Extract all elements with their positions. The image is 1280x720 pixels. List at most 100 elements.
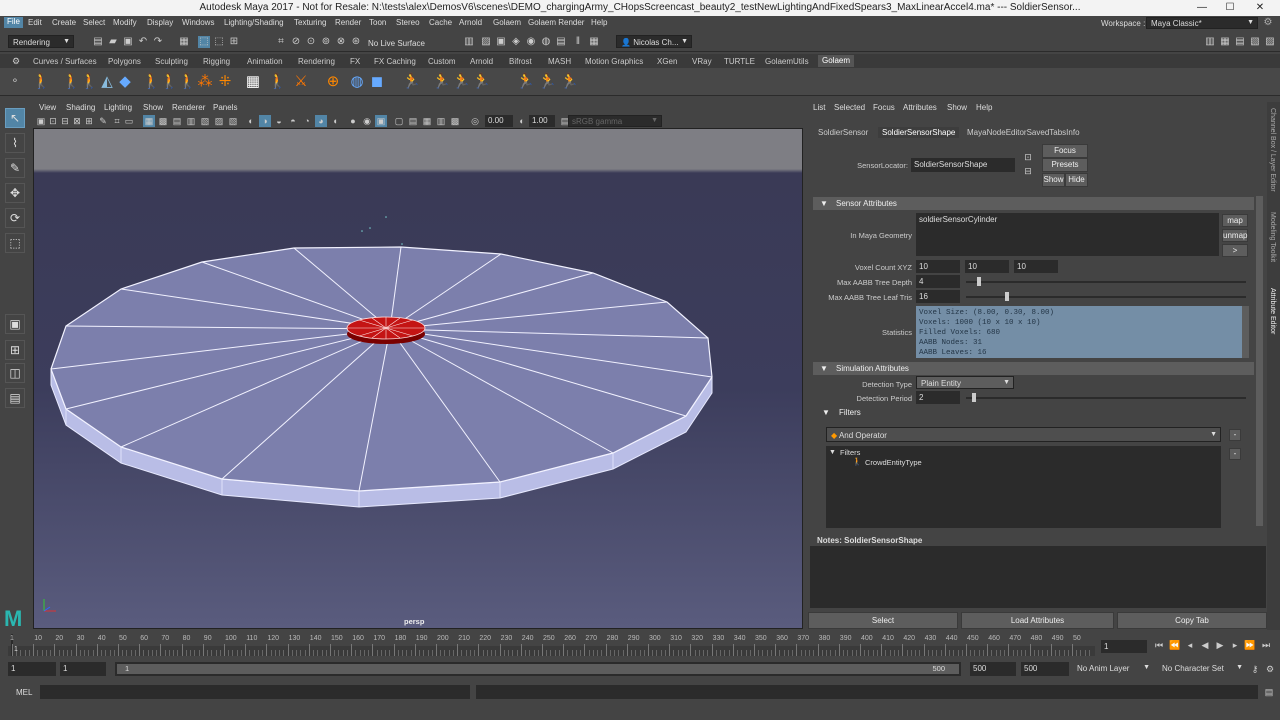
ipr-render-icon[interactable]: ◈ (510, 36, 522, 48)
channel-box-icon[interactable]: ▨ (1264, 36, 1276, 48)
modeling-toolkit-icon[interactable]: ▦ (1219, 36, 1231, 48)
shelf-tab-curves-surfaces[interactable]: Curves / Surfaces (33, 57, 97, 66)
tab-maya-node-editor-saved[interactable]: MayaNodeEditorSavedTabsInfo (963, 127, 1084, 138)
layout-toggle-icon[interactable]: ▥ (1204, 36, 1216, 48)
camera-select-icon[interactable]: ▣ (35, 115, 47, 127)
menu-modify[interactable]: Modify (113, 18, 137, 27)
snap-point-icon[interactable]: ⊙ (305, 36, 317, 48)
simulation-cache-icon[interactable]: 🏃 (432, 72, 451, 92)
node-output-icon[interactable]: ⊡ (1022, 151, 1034, 163)
save-scene-icon[interactable]: ▣ (122, 36, 134, 48)
menu-create[interactable]: Create (52, 18, 76, 27)
behavior-editor-icon[interactable]: ▦ (244, 72, 262, 92)
mel-label[interactable]: MEL (16, 688, 32, 697)
gate-mask-icon[interactable]: ◉ (361, 115, 373, 127)
wireframe-icon[interactable]: ▦ (143, 115, 155, 127)
render-view-icon[interactable]: ▨ (480, 36, 492, 48)
bookmark-icon[interactable]: ⊟ (59, 115, 71, 127)
two-view-icon[interactable]: ◫ (5, 363, 25, 383)
hide-button[interactable]: Hide (1065, 173, 1088, 187)
node-input-icon[interactable]: ⊟ (1022, 165, 1034, 177)
maximize-button[interactable]: ☐ (1216, 0, 1244, 16)
scale-tool-icon[interactable]: ⬚ (5, 233, 25, 253)
population-group-icon[interactable]: 🚶 (160, 72, 179, 92)
shelf-tab-turtle[interactable]: TURTLE (724, 57, 755, 66)
ae-menu-attributes[interactable]: Attributes (903, 103, 937, 112)
menu-help[interactable]: Help (591, 18, 607, 27)
presets-button[interactable]: Presets (1042, 158, 1088, 172)
attribute-editor-icon[interactable]: ▤ (1234, 36, 1246, 48)
ae-menu-list[interactable]: List (813, 103, 825, 112)
shelf-tab-rendering[interactable]: Rendering (298, 57, 335, 66)
sensor-cylinder-icon[interactable]: ◍ (348, 72, 366, 92)
film-gate-icon[interactable]: ▭ (123, 115, 135, 127)
ae-menu-help[interactable]: Help (976, 103, 992, 112)
current-frame-field[interactable]: 1 (1101, 640, 1147, 653)
section-sensor-attributes[interactable]: ▼ Sensor Attributes (813, 197, 1254, 210)
filter-operator-dropdown[interactable]: ◆ And Operator ▼ (826, 427, 1221, 442)
paint-select-tool-icon[interactable]: ✎ (5, 158, 25, 178)
isolate-select-icon[interactable]: ◐ (245, 115, 257, 127)
exposure-field[interactable]: 0.00 (485, 115, 513, 127)
motion-blur-icon[interactable]: ◔ (301, 115, 313, 127)
menu-display[interactable]: Display (147, 18, 173, 27)
unmap-button[interactable]: unmap (1222, 229, 1248, 242)
menu-golaem-render[interactable]: Golaem Render (528, 18, 584, 27)
max-depth-field[interactable]: 4 (916, 275, 960, 288)
menu-cache[interactable]: Cache (429, 18, 452, 27)
shelf-tab-rigging[interactable]: Rigging (203, 57, 230, 66)
camera-look-icon[interactable]: ▥ (435, 115, 447, 127)
ae-menu-show[interactable]: Show (947, 103, 967, 112)
select-button[interactable]: Select (808, 612, 958, 629)
undo-icon[interactable]: ↶ (137, 36, 149, 48)
redo-icon[interactable]: ↷ (152, 36, 164, 48)
voxel-count-y-field[interactable]: 10 (965, 260, 1009, 273)
depth-of-field-icon[interactable]: ◖ (329, 115, 341, 127)
xray-joints-icon[interactable]: ◒ (273, 115, 285, 127)
crowd-terrain-icon[interactable]: ◆ (116, 72, 134, 92)
hypershade-icon[interactable]: ◍ (540, 36, 552, 48)
render-settings-alt-icon[interactable]: ▦ (588, 36, 600, 48)
vp-menu-shading[interactable]: Shading (66, 103, 95, 112)
script-editor-icon[interactable]: ▤ (1263, 686, 1275, 698)
viewport-3d[interactable]: persp (33, 128, 803, 629)
focus-button[interactable]: Focus (1042, 144, 1088, 158)
shelf-tab-fx-caching[interactable]: FX Caching (374, 57, 416, 66)
golaem-character-icon[interactable]: 🚶 (32, 72, 51, 92)
xray-icon[interactable]: ◑ (259, 115, 271, 127)
filters-tree-root[interactable]: Filters (840, 448, 860, 457)
ae-menu-selected[interactable]: Selected (834, 103, 865, 112)
snap-view-plane-icon[interactable]: ⊚ (320, 36, 332, 48)
exposure-icon[interactable]: ◎ (469, 115, 481, 127)
range-slider-track[interactable]: 1 500 (115, 662, 961, 676)
crowd-navmesh-icon[interactable]: ◭ (98, 72, 116, 92)
detection-type-dropdown[interactable]: Plain Entity ▼ (916, 376, 1014, 389)
crowd-entity-icon[interactable]: 🚶 (62, 72, 81, 92)
rotate-tool-icon[interactable]: ⟳ (5, 208, 25, 228)
two-d-pan-icon[interactable]: ⊞ (83, 115, 95, 127)
four-view-icon[interactable]: ⊞ (5, 340, 25, 360)
in-maya-geometry-item[interactable]: soldierSensorCylinder (919, 215, 997, 224)
new-scene-icon[interactable]: ▤ (92, 36, 104, 48)
shelf-tab-custom[interactable]: Custom (428, 57, 456, 66)
menu-texturing[interactable]: Texturing (294, 18, 326, 27)
notes-field[interactable] (810, 546, 1266, 608)
gamma-icon[interactable]: ◐ (516, 115, 528, 127)
layout-tool-icon[interactable]: 🏃 (538, 72, 557, 92)
crowd-group-icon[interactable]: 🚶 (178, 72, 197, 92)
more-button[interactable]: > (1222, 244, 1248, 257)
shelf-tab-golaem[interactable]: Golaem (818, 55, 855, 67)
workspace-dropdown[interactable]: Maya Classic* ▼ (1146, 17, 1258, 29)
select-object-icon[interactable]: ⬚ (198, 36, 210, 48)
simulation-step-icon[interactable]: 🏃 (452, 72, 471, 92)
go-to-start-icon[interactable]: ⏮ (1153, 639, 1165, 651)
camera-attributes-icon[interactable]: ⊡ (47, 115, 59, 127)
particle-emitter-icon[interactable]: ⁜ (216, 72, 234, 92)
remove-operator-button[interactable]: - (1229, 429, 1241, 441)
filters-tree[interactable]: ▼ Filters 🚶 CrowdEntityType (826, 446, 1221, 528)
vp-menu-renderer[interactable]: Renderer (172, 103, 205, 112)
max-leaf-slider[interactable] (966, 292, 1246, 301)
menu-file[interactable]: File (4, 17, 23, 28)
menu-golaem[interactable]: Golaem (493, 18, 521, 27)
tab-soldier-sensor-shape[interactable]: SoldierSensorShape (878, 127, 960, 138)
